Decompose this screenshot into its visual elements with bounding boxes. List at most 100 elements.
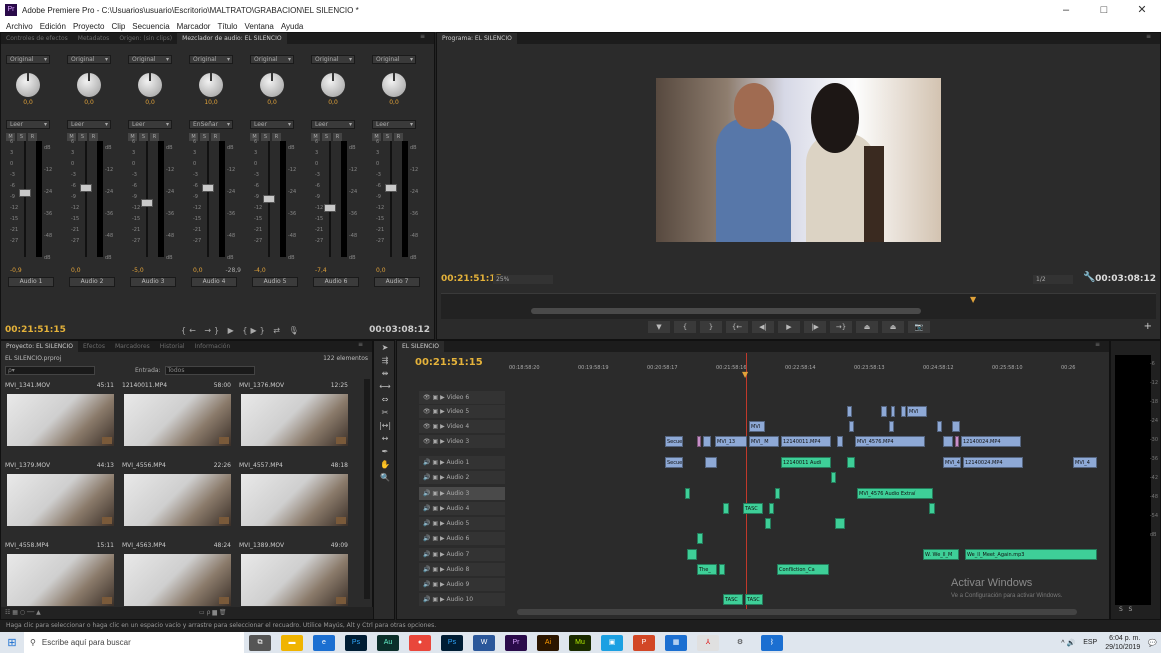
item-thumbnail[interactable] — [241, 554, 348, 606]
track-header[interactable]: 🔊 ▣ ▶ Audio 5 — [419, 517, 505, 530]
fader-track[interactable] — [24, 141, 26, 257]
pan-value[interactable]: 10,0 — [189, 99, 233, 106]
tab-source[interactable]: Origen: (sin clips) — [114, 35, 177, 42]
menu-clip[interactable]: Clip — [112, 22, 126, 31]
item-thumbnail[interactable] — [124, 474, 231, 526]
timeline-clip[interactable] — [697, 436, 701, 447]
timeline-clip[interactable] — [847, 457, 855, 468]
track-header[interactable]: 👁 ▣ ▶ Video 6 — [419, 391, 505, 404]
photoshop-2-icon[interactable]: Ps — [441, 634, 463, 651]
slide-tool-icon[interactable]: ↔ — [374, 432, 396, 445]
track-header[interactable]: 🔊 ▣ ▶ Audio 10 — [419, 593, 505, 606]
timeline-clip[interactable] — [881, 406, 887, 417]
timeline-clip[interactable] — [847, 406, 852, 417]
timeline-clip[interactable]: 12140011.MP4 — [781, 436, 831, 447]
audition-icon[interactable]: Au — [377, 634, 399, 651]
photoshop-icon[interactable]: Ps — [345, 634, 367, 651]
automation-select[interactable]: Leer — [128, 120, 172, 129]
resolution-select[interactable]: 1/2 — [1033, 275, 1073, 284]
fader-handle[interactable] — [19, 189, 31, 197]
timeline-clip[interactable] — [889, 421, 894, 432]
word-icon[interactable]: W — [473, 634, 495, 651]
timeline-clip[interactable] — [769, 503, 774, 514]
timeline-clip[interactable]: MVI_ M — [749, 436, 779, 447]
timeline-clip[interactable]: Secue — [665, 436, 683, 447]
illustrator-icon[interactable]: Ai — [537, 634, 559, 651]
volume-value[interactable]: -0,9 — [10, 267, 22, 274]
timeline-clip[interactable]: W. We_ll_M — [923, 549, 959, 560]
menu-secuencia[interactable]: Secuencia — [132, 22, 169, 31]
track-toggle-icon[interactable]: 👁 ▣ — [423, 394, 438, 401]
project-item[interactable]: 12140011.MP4 58:00 — [120, 379, 235, 449]
timeline-scrollbar[interactable] — [517, 609, 1077, 615]
volume-value[interactable]: -5,0 — [132, 267, 144, 274]
item-thumbnail[interactable] — [7, 394, 114, 446]
timeline-clip[interactable]: Confliction_Ca — [777, 564, 829, 575]
pan-value[interactable]: 0,0 — [311, 99, 355, 106]
close-button[interactable]: ✕ — [1123, 0, 1161, 20]
tab-info[interactable]: Información — [190, 343, 236, 350]
extract-button[interactable]: ⏏ — [882, 321, 904, 333]
pan-value[interactable]: 0,0 — [6, 99, 50, 106]
item-thumbnail[interactable] — [7, 474, 114, 526]
pan-knob[interactable] — [321, 73, 345, 97]
hand-tool-icon[interactable]: ✋ — [374, 458, 396, 471]
timeline-clip[interactable] — [765, 518, 771, 529]
tab-history[interactable]: Historial — [155, 343, 190, 350]
track-header[interactable]: 🔊 ▣ ▶ Audio 8 — [419, 563, 505, 576]
taskbar-search[interactable]: ⚲ Escribe aquí para buscar — [24, 632, 244, 653]
tab-effects[interactable]: Efectos — [78, 343, 110, 350]
timeline-clip[interactable]: MVI_13 — [715, 436, 747, 447]
timeline-clip[interactable] — [687, 549, 697, 560]
track-toggle-icon[interactable]: 🔊 ▣ — [423, 566, 438, 573]
timeline-playhead[interactable] — [746, 353, 747, 611]
timeline-clip[interactable] — [703, 436, 711, 447]
volume-value[interactable]: 0,0 — [376, 267, 386, 274]
tab-markers[interactable]: Marcadores — [110, 343, 155, 350]
timeline-ruler[interactable]: 00:18:58:20 00:19:58:19 00:20:58:17 00:21:5… — [509, 359, 1105, 385]
timeline-clip[interactable]: The_ — [697, 564, 717, 575]
volume-value[interactable]: -4,0 — [254, 267, 266, 274]
lift-button[interactable]: ⏏ — [856, 321, 878, 333]
track-toggle-icon[interactable]: 👁 ▣ — [423, 423, 438, 430]
go-to-in-button[interactable]: {← — [726, 321, 748, 333]
track-toggle-icon[interactable]: 🔊 ▣ — [423, 551, 438, 558]
pan-knob[interactable] — [199, 73, 223, 97]
timeline-clip[interactable] — [831, 472, 836, 483]
timeline-clip[interactable]: MVI_4 — [1073, 457, 1097, 468]
timeline-clip[interactable]: TASC — [743, 503, 763, 514]
project-item[interactable]: MVI_4563.MP4 48:24 — [120, 539, 235, 609]
windows-start-icon[interactable]: ⊞ — [0, 636, 24, 649]
file-explorer-icon[interactable]: ▬ — [281, 634, 303, 651]
timeline-current-time[interactable]: 00:21:51:15 — [415, 357, 483, 368]
pan-knob[interactable] — [382, 73, 406, 97]
project-item[interactable]: MVI_1341.MOV 45:11 — [3, 379, 118, 449]
channel-mode-select[interactable]: Original — [311, 55, 355, 64]
fader-handle[interactable] — [263, 195, 275, 203]
language-indicator[interactable]: ESP — [1083, 639, 1097, 646]
mixer-current-time[interactable]: 00:21:51:15 — [5, 325, 66, 335]
item-thumbnail[interactable] — [124, 394, 231, 446]
project-footer-controls[interactable]: ☷ ▦ ○ ── ▲ ▭ ρ ▆ 🗑 — [1, 607, 374, 619]
timeline-clip[interactable]: MVI — [907, 406, 927, 417]
fader-track[interactable] — [207, 141, 209, 257]
track-toggle-icon[interactable]: 🔊 ▣ — [423, 490, 438, 497]
mark-in-button[interactable]: { — [674, 321, 696, 333]
track-header[interactable]: 🔊 ▣ ▶ Audio 4 — [419, 502, 505, 515]
pan-value[interactable]: 0,0 — [250, 99, 294, 106]
track-toggle-icon[interactable]: 🔊 ▣ — [423, 596, 438, 603]
timeline-clip[interactable]: TASC — [723, 594, 743, 605]
program-zoom-scrollbar[interactable] — [531, 308, 921, 314]
tab-audio-mixer[interactable]: Mezclador de audio: EL SILENCIO — [177, 33, 287, 44]
automation-select[interactable]: Leer — [311, 120, 355, 129]
timeline-clip[interactable]: MVI_4 — [943, 457, 961, 468]
maximize-button[interactable]: □ — [1085, 0, 1123, 20]
timeline-clip[interactable] — [952, 421, 960, 432]
menu-proyecto[interactable]: Proyecto — [73, 22, 105, 31]
project-item[interactable]: MVI_4556.MP4 22:26 — [120, 459, 235, 529]
track-header[interactable]: 👁 ▣ ▶ Video 5 — [419, 405, 505, 418]
project-scrollbar[interactable] — [364, 379, 370, 599]
track-header[interactable]: 🔊 ▣ ▶ Audio 6 — [419, 532, 505, 545]
volume-value[interactable]: 0,0 — [71, 267, 81, 274]
acrobat-icon[interactable]: ⅄ — [697, 634, 719, 651]
